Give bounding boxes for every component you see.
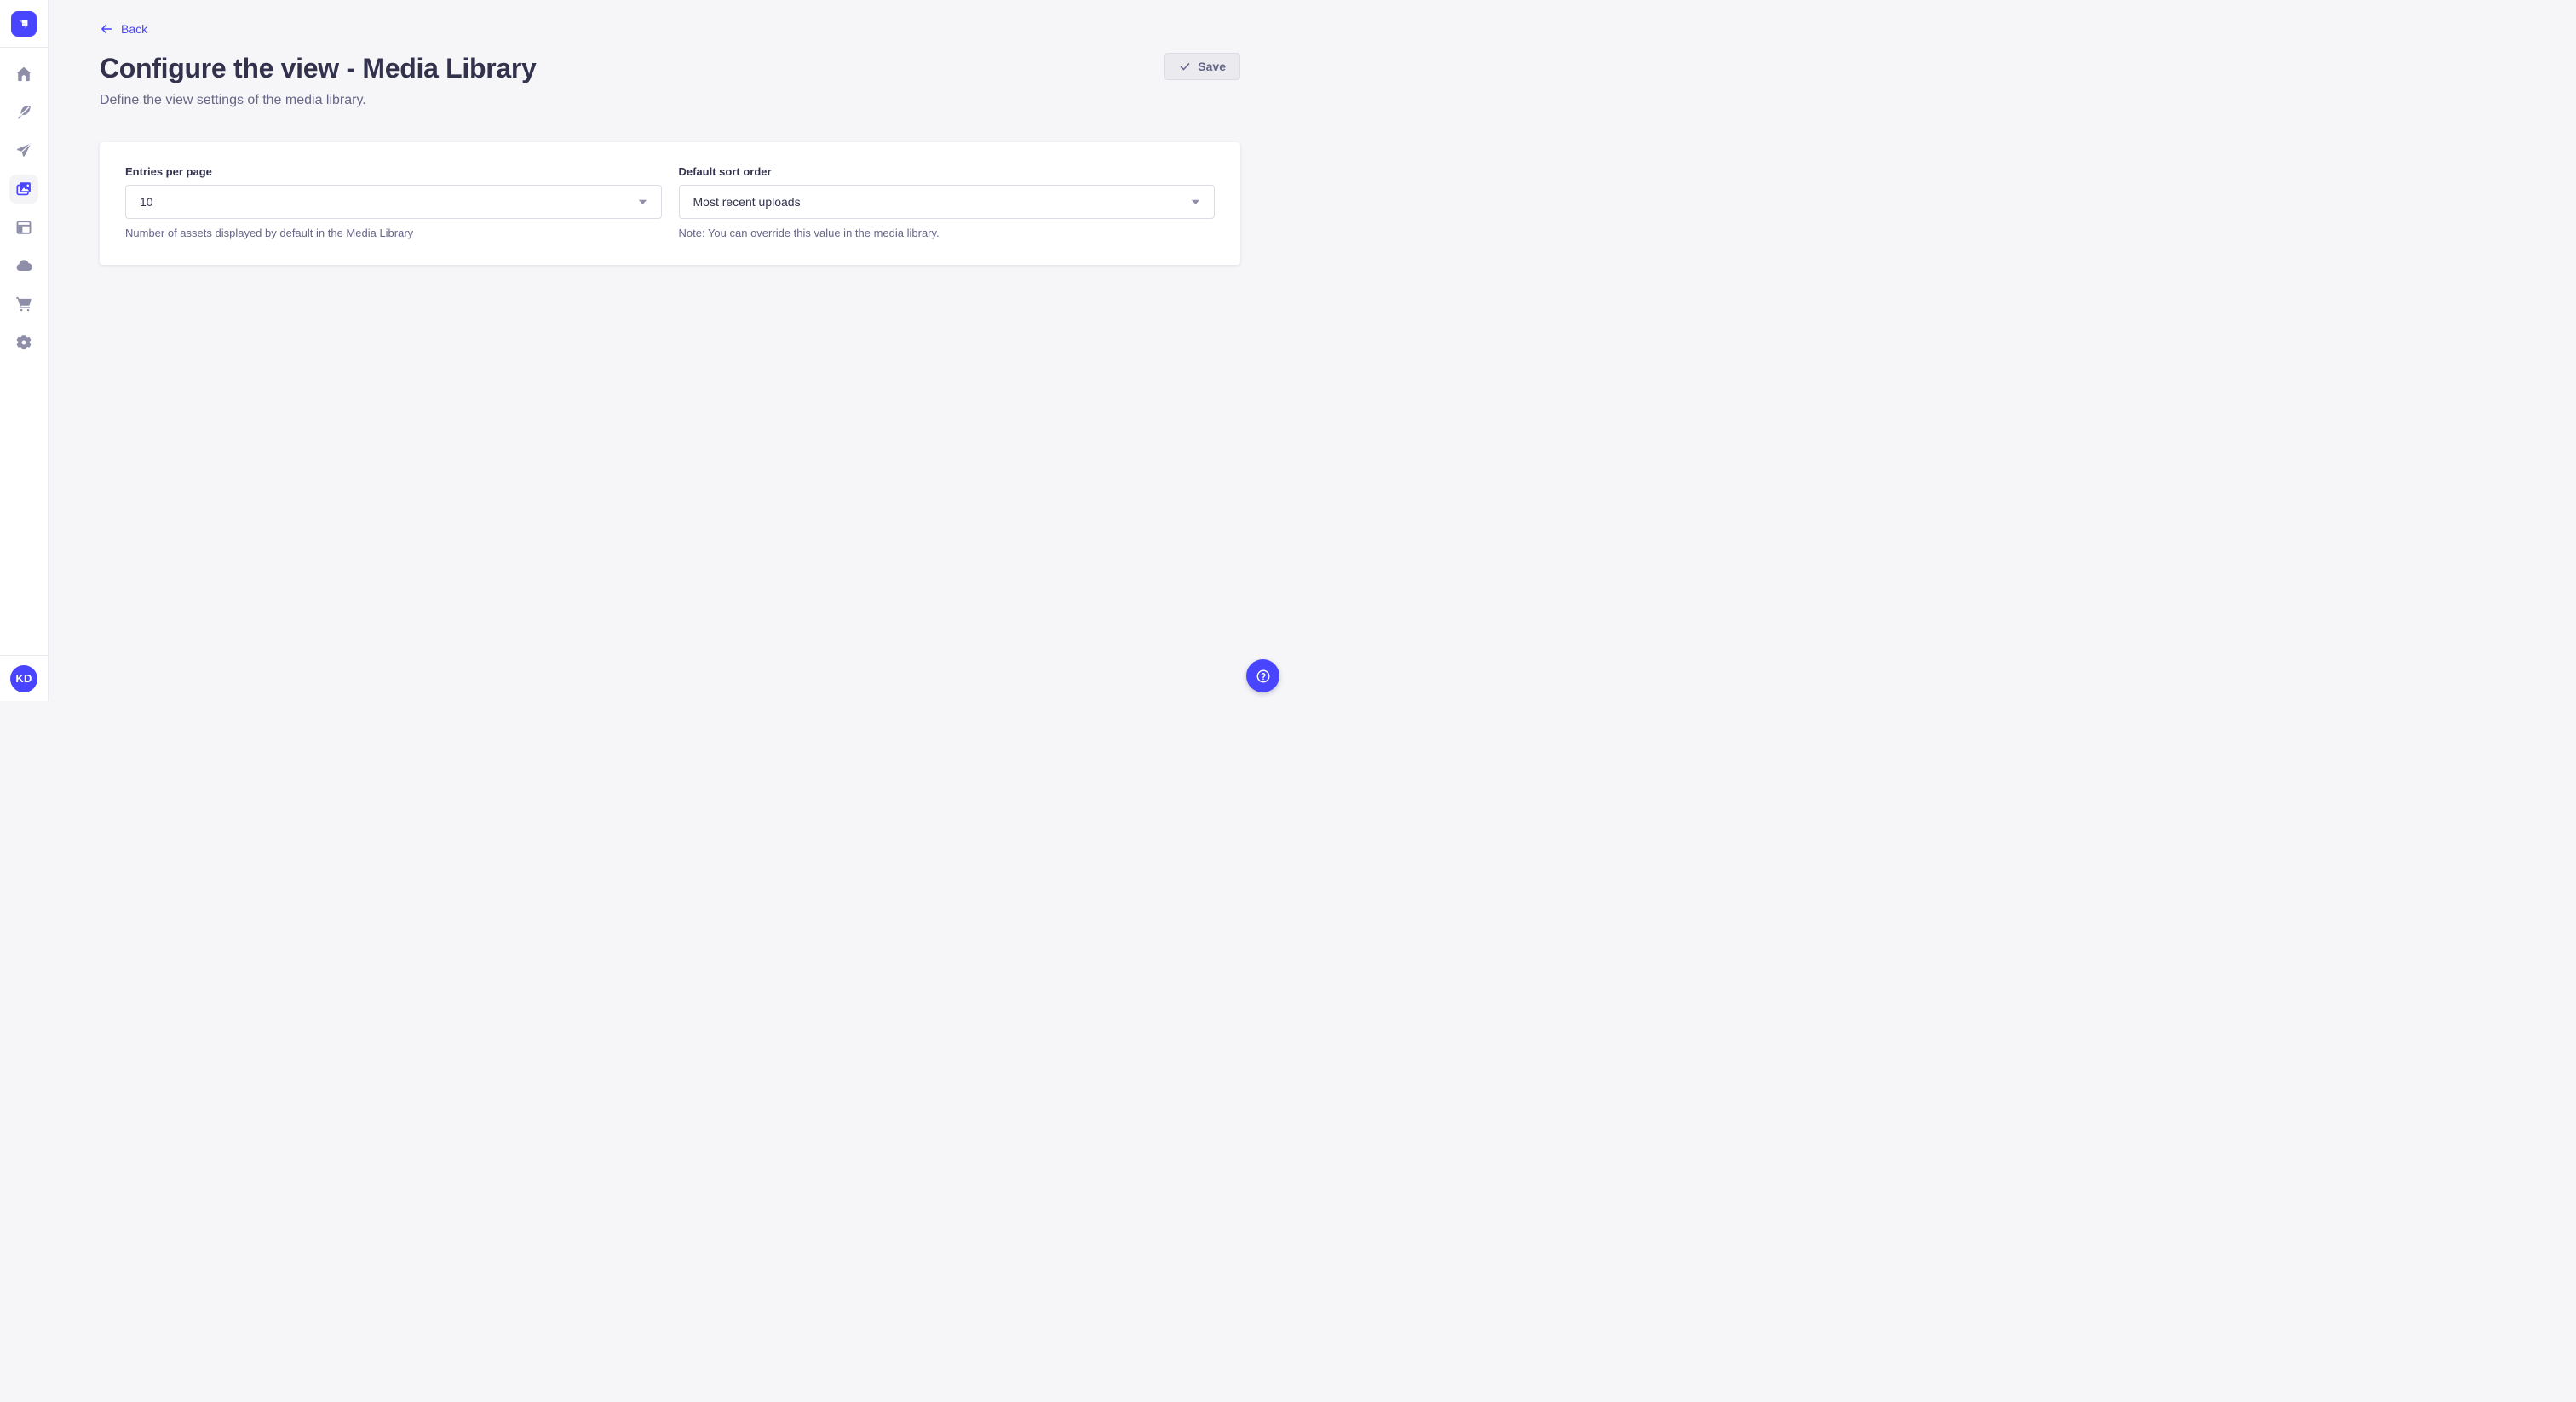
user-avatar[interactable]: KD [10, 665, 37, 692]
paper-plane-icon [14, 141, 33, 160]
user-section: KD [0, 655, 48, 701]
save-button[interactable]: Save [1164, 53, 1240, 80]
layout-icon [14, 218, 33, 237]
help-button[interactable] [1246, 659, 1279, 692]
cart-icon [14, 295, 33, 313]
sidebar-nav [0, 48, 48, 357]
caret-down-icon [638, 199, 647, 205]
page-subtitle: Define the view settings of the media li… [100, 93, 1240, 108]
sidebar-item-gear[interactable] [9, 328, 38, 357]
sidebar-item-cloud[interactable] [9, 251, 38, 280]
field-hint: Note: You can override this value in the… [679, 227, 1216, 239]
sidebar-item-paper-plane[interactable] [9, 136, 38, 165]
home-icon [14, 65, 33, 83]
arrow-left-icon [100, 22, 113, 36]
check-icon [1179, 60, 1191, 72]
sidebar-item-cart[interactable] [9, 290, 38, 319]
images-icon [14, 180, 33, 198]
title-row: Configure the view - Media Library Save [100, 51, 1240, 85]
question-mark-icon [1255, 668, 1272, 685]
gear-icon [14, 333, 33, 352]
settings-card: Entries per page 10 Number of assets dis… [100, 142, 1240, 265]
save-label: Save [1198, 60, 1226, 73]
app-window: KD Back Configure the view - Media Libra… [0, 0, 1288, 701]
sidebar-item-feather[interactable] [9, 98, 38, 127]
field-label: Entries per page [125, 165, 662, 178]
field-entries-per-page: Entries per page 10 Number of assets dis… [125, 165, 662, 239]
main-content: Back Configure the view - Media Library … [49, 0, 1288, 701]
caret-down-icon [1191, 199, 1200, 205]
back-label: Back [121, 22, 147, 36]
field-label: Default sort order [679, 165, 1216, 178]
default-sort-order-select[interactable]: Most recent uploads [679, 185, 1216, 219]
back-link[interactable]: Back [100, 22, 147, 36]
sidebar-item-media-library[interactable] [9, 175, 38, 204]
sidebar-item-layout[interactable] [9, 213, 38, 242]
select-value: Most recent uploads [693, 195, 801, 209]
strapi-logo-icon[interactable] [11, 11, 37, 37]
select-value: 10 [140, 195, 153, 209]
field-default-sort-order: Default sort order Most recent uploads N… [679, 165, 1216, 239]
page-title: Configure the view - Media Library [100, 51, 537, 85]
sidebar-item-home[interactable] [9, 60, 38, 89]
logo-section [0, 0, 48, 48]
entries-per-page-select[interactable]: 10 [125, 185, 662, 219]
feather-icon [14, 103, 33, 122]
sidebar: KD [0, 0, 49, 701]
cloud-icon [14, 256, 33, 275]
field-hint: Number of assets displayed by default in… [125, 227, 662, 239]
